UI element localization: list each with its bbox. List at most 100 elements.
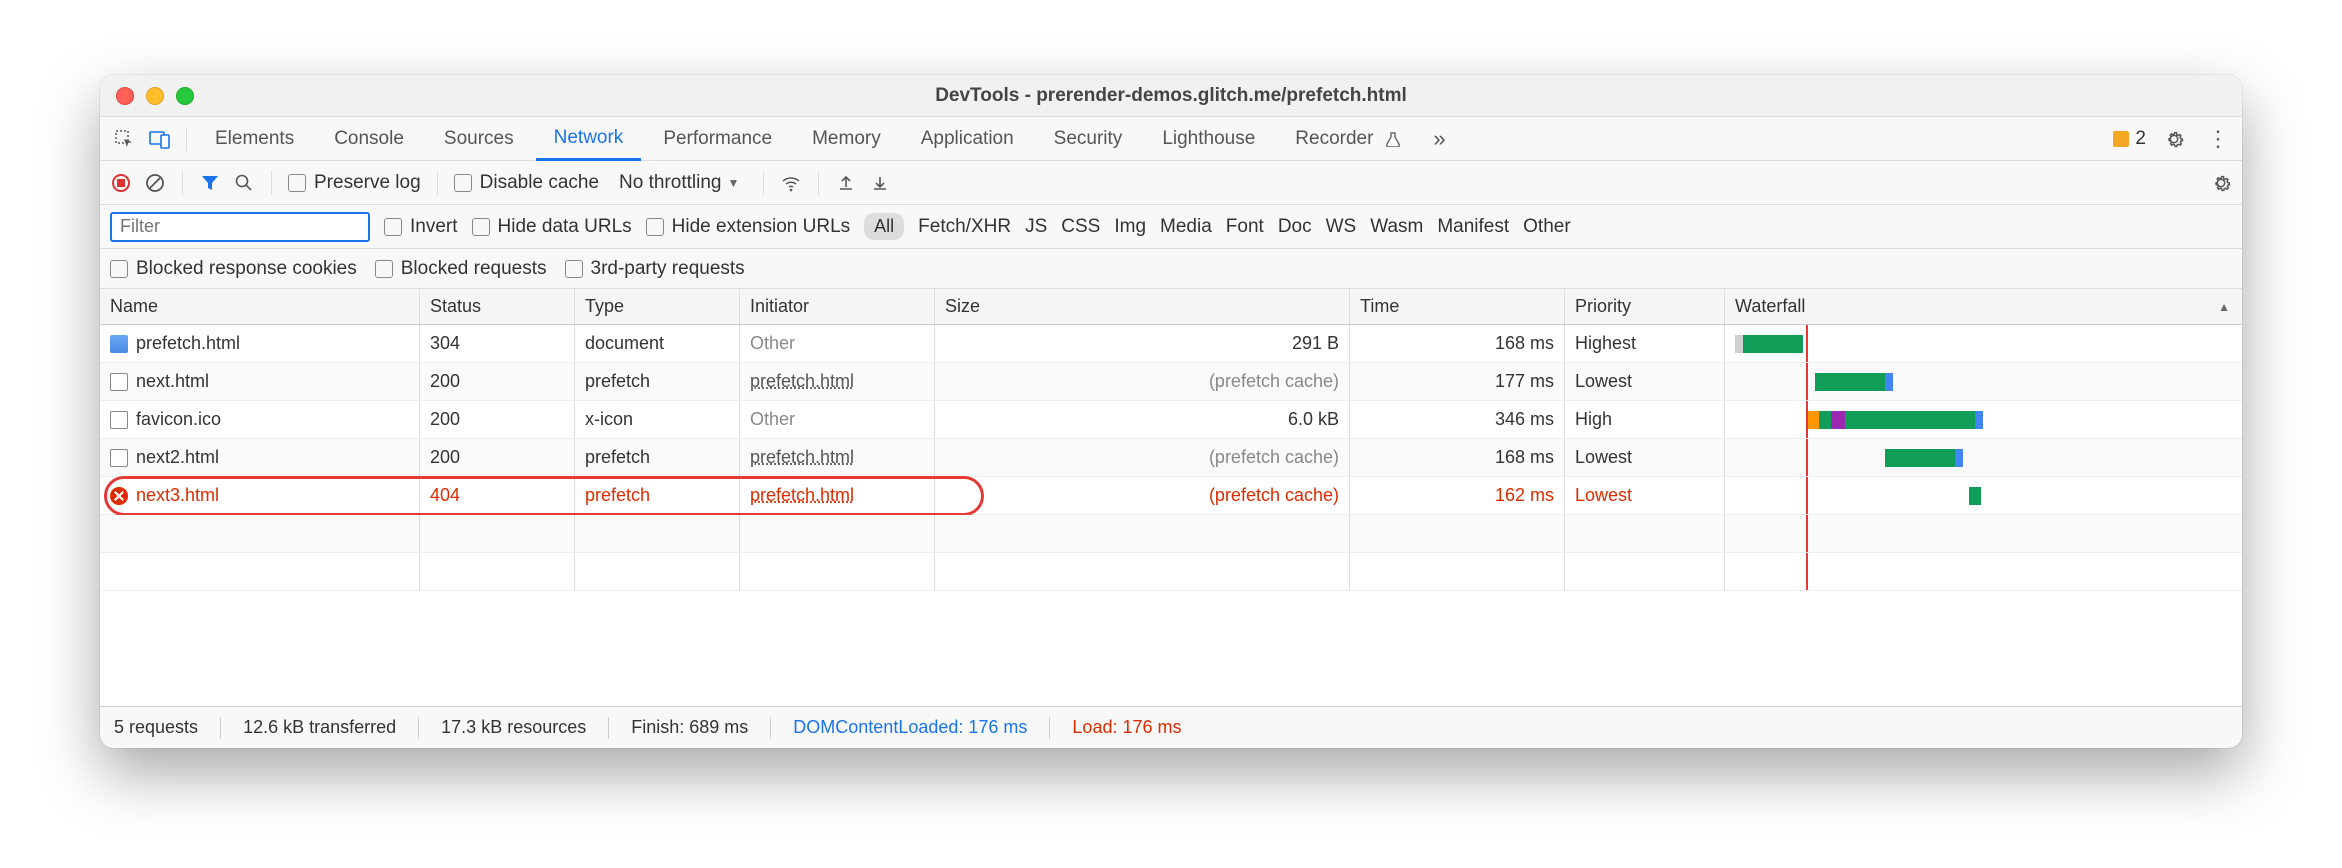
tab-security[interactable]: Security [1036, 117, 1141, 160]
tab-lighthouse[interactable]: Lighthouse [1144, 117, 1273, 160]
initiator-link[interactable]: prefetch.html [750, 371, 854, 392]
tab-memory[interactable]: Memory [794, 117, 899, 160]
request-size: 291 B [935, 325, 1350, 362]
record-button[interactable] [110, 172, 132, 194]
request-priority: Highest [1565, 325, 1725, 362]
request-status: 200 [420, 401, 575, 438]
inspect-element-icon[interactable] [108, 123, 140, 155]
import-har-icon[interactable] [835, 172, 857, 194]
tab-sources[interactable]: Sources [426, 117, 532, 160]
filter-cat-other[interactable]: Other [1523, 216, 1571, 238]
col-type[interactable]: Type [575, 289, 740, 324]
separator [818, 171, 819, 195]
tab-performance[interactable]: Performance [645, 117, 790, 160]
initiator-link[interactable]: prefetch.html [750, 447, 854, 468]
tab-recorder[interactable]: Recorder [1277, 117, 1391, 160]
initiator-link[interactable]: prefetch.html [750, 485, 854, 506]
box-icon [110, 411, 128, 429]
tab-network[interactable]: Network [536, 118, 642, 161]
request-type: prefetch [575, 439, 740, 476]
third-party-checkbox[interactable]: 3rd-party requests [565, 258, 745, 280]
hide-extension-urls-checkbox[interactable]: Hide extension URLs [646, 216, 850, 238]
request-status: 200 [420, 439, 575, 476]
request-name: next2.html [136, 447, 219, 468]
separator [182, 171, 183, 195]
request-type: document [575, 325, 740, 362]
filter-cat-manifest[interactable]: Manifest [1437, 216, 1509, 238]
flask-icon [1385, 131, 1401, 147]
status-transferred: 12.6 kB transferred [243, 717, 396, 738]
request-name: next.html [136, 371, 209, 392]
box-icon [110, 373, 128, 391]
blocked-requests-checkbox[interactable]: Blocked requests [375, 258, 547, 280]
devtools-tabs: ElementsConsoleSourcesNetworkPerformance… [100, 117, 2242, 161]
request-table-header[interactable]: Name Status Type Initiator Size Time Pri… [100, 289, 2242, 325]
disable-cache-checkbox[interactable]: Disable cache [454, 172, 599, 194]
network-toolbar: Preserve log Disable cache No throttling… [100, 161, 2242, 205]
request-type: x-icon [575, 401, 740, 438]
request-priority: Lowest [1565, 477, 1725, 514]
col-waterfall[interactable]: Waterfall [1725, 289, 2242, 324]
request-waterfall [1725, 439, 2242, 476]
request-status: 404 [420, 477, 575, 514]
filter-all-pill[interactable]: All [864, 213, 904, 240]
export-har-icon[interactable] [869, 172, 891, 194]
table-row[interactable]: prefetch.html 304 document Other 291 B 1… [100, 325, 2242, 363]
col-priority[interactable]: Priority [1565, 289, 1725, 324]
request-name: next3.html [136, 485, 219, 506]
table-row[interactable]: next.html 200 prefetch prefetch.html (pr… [100, 363, 2242, 401]
box-icon [110, 449, 128, 467]
request-time: 346 ms [1350, 401, 1565, 438]
request-waterfall [1725, 363, 2242, 400]
filter-bar-2: Blocked response cookies Blocked request… [100, 249, 2242, 289]
network-settings-icon[interactable] [2210, 172, 2232, 194]
request-status: 200 [420, 363, 575, 400]
throttling-select[interactable]: No throttling▼ [611, 170, 747, 196]
search-icon[interactable] [233, 172, 255, 194]
table-row[interactable]: favicon.ico 200 x-icon Other 6.0 kB 346 … [100, 401, 2242, 439]
request-size: 6.0 kB [935, 401, 1350, 438]
request-type: prefetch [575, 363, 740, 400]
doc-icon [110, 335, 128, 353]
blocked-cookies-checkbox[interactable]: Blocked response cookies [110, 258, 357, 280]
col-status[interactable]: Status [420, 289, 575, 324]
request-table-body: prefetch.html 304 document Other 291 B 1… [100, 325, 2242, 706]
preserve-log-checkbox[interactable]: Preserve log [288, 172, 421, 194]
filter-cat-doc[interactable]: Doc [1278, 216, 1312, 238]
warnings-badge[interactable]: 2 [2113, 128, 2146, 150]
more-tabs-icon[interactable]: » [1423, 123, 1455, 155]
filter-toggle-icon[interactable] [199, 172, 221, 194]
tab-console[interactable]: Console [316, 117, 422, 160]
clear-button[interactable] [144, 172, 166, 194]
tab-application[interactable]: Application [903, 117, 1032, 160]
filter-cat-js[interactable]: JS [1025, 216, 1047, 238]
hide-data-urls-checkbox[interactable]: Hide data URLs [472, 216, 632, 238]
col-size[interactable]: Size [935, 289, 1350, 324]
request-size: (prefetch cache) [935, 439, 1350, 476]
warning-icon [2113, 131, 2129, 147]
filter-cat-font[interactable]: Font [1226, 216, 1264, 238]
tab-elements[interactable]: Elements [197, 117, 312, 160]
status-requests: 5 requests [114, 717, 198, 738]
col-time[interactable]: Time [1350, 289, 1565, 324]
table-row[interactable]: next3.html 404 prefetch prefetch.html (p… [100, 477, 2242, 515]
request-type: prefetch [575, 477, 740, 514]
invert-checkbox[interactable]: Invert [384, 216, 458, 238]
settings-icon[interactable] [2158, 123, 2190, 155]
filter-cat-wasm[interactable]: Wasm [1370, 216, 1423, 238]
filter-input[interactable] [110, 212, 370, 242]
network-conditions-icon[interactable] [780, 172, 802, 194]
filter-cat-ws[interactable]: WS [1326, 216, 1357, 238]
table-row[interactable]: next2.html 200 prefetch prefetch.html (p… [100, 439, 2242, 477]
request-time: 177 ms [1350, 363, 1565, 400]
filter-cat-css[interactable]: CSS [1061, 216, 1100, 238]
window-titlebar: DevTools - prerender-demos.glitch.me/pre… [100, 75, 2242, 117]
col-name[interactable]: Name [100, 289, 420, 324]
filter-cat-img[interactable]: Img [1114, 216, 1146, 238]
kebab-menu-icon[interactable]: ⋮ [2202, 123, 2234, 155]
filter-cat-fetch-xhr[interactable]: Fetch/XHR [918, 216, 1011, 238]
col-initiator[interactable]: Initiator [740, 289, 935, 324]
device-toolbar-icon[interactable] [144, 123, 176, 155]
filter-cat-media[interactable]: Media [1160, 216, 1212, 238]
request-time: 162 ms [1350, 477, 1565, 514]
